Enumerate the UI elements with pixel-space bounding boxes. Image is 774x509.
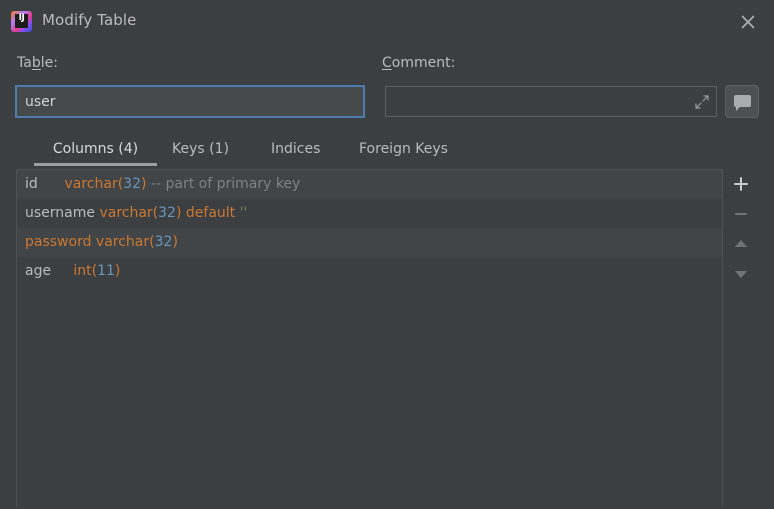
comment-input-wrapper[interactable] <box>385 86 717 117</box>
title-bar: Modify Table <box>0 0 774 45</box>
move-column-up-button <box>723 229 759 259</box>
add-column-button[interactable] <box>723 169 759 199</box>
comment-input[interactable] <box>386 87 686 116</box>
column-token: varchar <box>95 234 150 250</box>
table-row[interactable]: username varchar(32) default '' <box>17 199 722 228</box>
table-row[interactable]: id varchar(32) -- part of primary key <box>17 170 722 199</box>
table-name-label: Table: <box>17 55 58 71</box>
move-column-down-button <box>723 259 759 289</box>
column-token: 32 <box>154 234 173 250</box>
column-token: id <box>25 176 38 192</box>
column-token <box>38 176 65 192</box>
table-row[interactable]: password varchar(32) <box>17 228 722 257</box>
column-token: default <box>185 205 236 221</box>
comment-label: Comment: <box>382 55 456 71</box>
grid-toolbar <box>723 169 759 506</box>
column-token: ) <box>172 234 178 250</box>
column-token: -- part of primary key <box>150 176 301 192</box>
tab-foreign-keys[interactable]: Foreign Keys <box>359 135 448 166</box>
tab-keys[interactable]: Keys (1) <box>172 135 229 166</box>
column-token: age <box>25 263 52 279</box>
column-token: 32 <box>123 176 141 192</box>
column-token: username <box>25 205 95 221</box>
close-icon[interactable] <box>736 10 760 34</box>
intellij-idea-logo-icon <box>11 11 32 32</box>
column-token: 11 <box>97 263 115 279</box>
columns-grid[interactable]: id varchar(32) -- part of primary key use… <box>16 169 723 506</box>
tab-indices[interactable]: Indices <box>271 135 320 166</box>
remove-column-button <box>723 199 759 229</box>
column-token: ) <box>114 263 121 279</box>
speech-bubble-icon <box>734 95 751 111</box>
table-row[interactable]: age int(11) <box>17 257 722 286</box>
column-token: varchar <box>64 176 118 192</box>
editor-tabs: Columns (4) Keys (1) Indices Foreign Key… <box>16 135 758 166</box>
column-token <box>51 263 73 279</box>
dialog-title: Modify Table <box>42 11 137 29</box>
column-token: password <box>25 234 92 250</box>
tab-columns[interactable]: Columns (4) <box>34 135 157 166</box>
column-token: int <box>73 263 92 279</box>
modify-table-dialog: Modify Table Table: Comment: Columns (4)… <box>0 0 774 509</box>
column-token: 32 <box>158 205 176 221</box>
column-token: varchar <box>99 205 153 221</box>
table-name-input[interactable] <box>17 87 363 116</box>
edit-comment-button[interactable] <box>725 85 759 118</box>
column-token: '' <box>239 205 248 221</box>
table-name-input-wrapper[interactable] <box>15 85 365 118</box>
expand-diagonal-icon[interactable] <box>694 94 710 110</box>
